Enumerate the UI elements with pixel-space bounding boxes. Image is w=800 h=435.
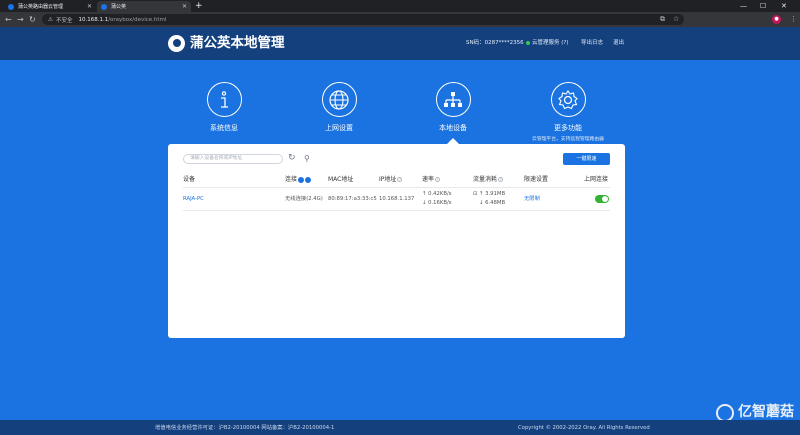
online-toggle[interactable] [595, 195, 609, 203]
wireless-filter-icon[interactable] [305, 176, 312, 183]
col-ip: IP地址? [379, 175, 403, 184]
col-connection[interactable]: 连接 [285, 175, 312, 184]
cloud-service-label: 云管理服务 (?) [532, 40, 569, 46]
one-key-limit-button[interactable]: 一键限速 [563, 153, 610, 165]
speed-up: ↑ 0.42KB/s [422, 191, 452, 197]
browser-tab-cloud[interactable]: 蒲公英路由器云管理 ✕ [4, 1, 96, 12]
gear-icon [550, 82, 586, 117]
col-speed-label: 速率 [422, 176, 435, 183]
browser-tab-strip: 蒲公英路由器云管理 ✕ 蒲公英 ✕ + — ☐ ✕ [0, 0, 800, 12]
maximize-icon[interactable]: ☐ [760, 0, 766, 12]
traffic-up: ↑ 3.91MB [479, 191, 506, 197]
url-path: /oraybox/device.html [108, 16, 167, 23]
info-icon [206, 82, 242, 117]
search-icon[interactable]: ⚲ [304, 153, 310, 164]
app-title: 蒲公英本地管理 [190, 35, 285, 51]
url-bar[interactable]: ⚠ 不安全 10.168.1.1/oraybox/device.html [42, 14, 684, 25]
nav-system-info[interactable]: 系统信息 [184, 82, 264, 133]
row-divider [183, 210, 610, 211]
header-divider [183, 187, 610, 188]
export-log-link[interactable]: 导出日志 [581, 39, 603, 48]
help-icon[interactable]: ? [435, 177, 441, 182]
mac-address: 80:89:17:a3:33:c5 [328, 196, 377, 202]
col-connection-label: 连接 [285, 176, 298, 183]
forward-icon[interactable]: → [17, 13, 24, 26]
col-ip-label: IP地址 [379, 176, 397, 183]
reload-icon[interactable]: ↻ [29, 13, 36, 26]
help-icon[interactable]: ? [498, 177, 504, 182]
watermark-text: 亿智蘑菇 [738, 404, 794, 420]
minimize-icon[interactable]: — [740, 0, 747, 12]
traffic-down: ↓ 6.48MB [479, 200, 506, 206]
device-panel: 请输入设备名称或IP地址 ⚲ ↻ 一键限速 设备 连接 MAC地址 IP地址? … [168, 144, 625, 338]
nav-sublabel: 云管理平台，支持远程管理路由器 [532, 137, 604, 142]
nav-local-devices[interactable]: 本地设备 [413, 82, 493, 133]
chart-icon[interactable]: ⊡ [473, 190, 477, 198]
close-icon[interactable]: ✕ [182, 3, 187, 10]
connection-type: 无线连接(2.4G) [285, 196, 323, 202]
warning-icon: ⚠ [48, 16, 53, 23]
nav-label: 更多功能 [554, 124, 582, 132]
limit-setting-link[interactable]: 无限制 [524, 195, 540, 203]
col-device: 设备 [183, 176, 196, 183]
device-name-link[interactable]: RAJA-PC [183, 195, 204, 203]
refresh-icon[interactable]: ↻ [288, 153, 296, 164]
favicon-icon [8, 3, 14, 10]
col-traffic: 流量消耗? [473, 175, 504, 184]
wired-filter-icon[interactable] [298, 176, 305, 183]
col-mac: MAC地址 [328, 176, 354, 183]
url-host: 10.168.1.1 [78, 16, 109, 23]
cloud-service-link[interactable]: 云管理服务 (?) [526, 39, 568, 48]
col-speed: 速率? [422, 175, 441, 184]
share-icon[interactable]: ⧉ [660, 13, 665, 26]
status-dot-icon [526, 40, 530, 45]
serial-number: SN码：0287****2356 [466, 40, 524, 46]
globe-icon [321, 82, 357, 117]
nav-more-features[interactable]: 更多功能 云管理平台，支持远程管理路由器 [528, 82, 608, 142]
browser-tab-local[interactable]: 蒲公英 ✕ [97, 1, 191, 12]
new-tab-icon[interactable]: + [195, 1, 203, 11]
ip-address: 10.168.1.137 [379, 196, 415, 202]
app-header: 蒲公英本地管理 SN码：0287****2356 云管理服务 (?) 导出日志 … [0, 27, 800, 60]
insecure-label: 不安全 [55, 17, 73, 24]
network-tree-icon [435, 82, 471, 117]
logout-link[interactable]: 退出 [613, 39, 624, 48]
profile-avatar[interactable]: ● [772, 15, 781, 24]
nav-internet-settings[interactable]: 上网设置 [299, 82, 379, 133]
col-online: 上网连接 [584, 176, 609, 183]
col-traffic-label: 流量消耗 [473, 176, 498, 183]
pgy-logo-icon [168, 35, 185, 52]
col-limit: 限速设置 [524, 176, 549, 183]
search-input[interactable]: 请输入设备名称或IP地址 [183, 154, 283, 164]
speed-down: ↓ 0.16KB/s [422, 200, 452, 206]
bookmark-star-icon[interactable]: ☆ [673, 13, 679, 26]
close-window-icon[interactable]: ✕ [781, 0, 787, 12]
favicon-icon [101, 3, 107, 10]
menu-dots-icon[interactable]: ⋮ [790, 13, 797, 26]
nav-label: 本地设备 [439, 124, 467, 132]
back-icon[interactable]: ← [5, 13, 12, 26]
nav-label: 上网设置 [325, 124, 353, 132]
browser-toolbar: ← → ↻ ⚠ 不安全 10.168.1.1/oraybox/device.ht… [0, 12, 800, 27]
tab-label: 蒲公英 [111, 4, 127, 10]
tab-label: 蒲公英路由器云管理 [18, 4, 64, 10]
help-icon[interactable]: ? [397, 177, 403, 182]
copyright-text: Copyright © 2002-2022 Oray. All Rights R… [518, 425, 650, 431]
page-footer: 增值电信业务经营许可证：沪B2-20100004 网站备案：沪B2-201000… [0, 420, 800, 435]
license-text: 增值电信业务经营许可证：沪B2-20100004 网站备案：沪B2-201000… [155, 425, 335, 431]
close-icon[interactable]: ✕ [87, 3, 92, 10]
nav-label: 系统信息 [210, 124, 238, 132]
